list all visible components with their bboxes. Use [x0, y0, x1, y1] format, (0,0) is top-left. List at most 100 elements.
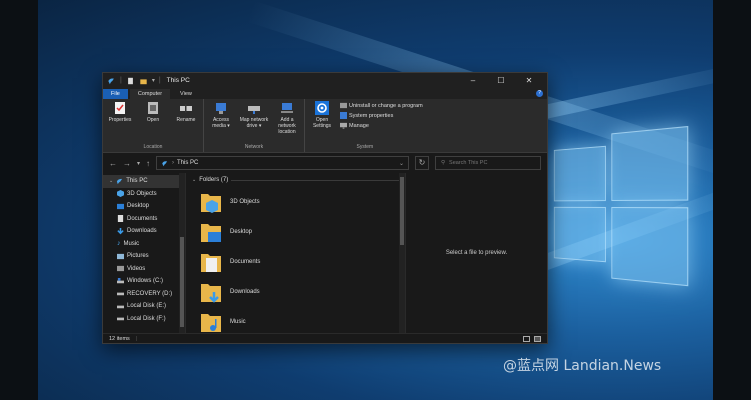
desktop-folder-icon — [201, 224, 221, 242]
open-button[interactable]: Open — [138, 101, 168, 144]
pc-icon — [117, 178, 123, 184]
drive-icon — [117, 277, 124, 283]
preview-pane: Select a file to preview. — [405, 173, 547, 333]
title-bar[interactable]: | ▾ | This PC – ☐ ✕ — [103, 73, 547, 88]
new-folder-quick-icon[interactable] — [139, 77, 148, 85]
group-name-network: Network — [244, 144, 264, 150]
forward-button[interactable]: → — [123, 159, 131, 168]
uninstall-program-button[interactable]: Uninstall or change a program — [340, 102, 423, 109]
nav-item-downloads[interactable]: Downloads — [103, 225, 185, 238]
nav-item-music[interactable]: ♪ Music — [103, 238, 185, 251]
downloads-folder-icon — [201, 284, 221, 303]
open-settings-button[interactable]: Open Settings — [307, 101, 337, 144]
3d-objects-icon — [117, 190, 124, 198]
address-bar[interactable]: › This PC ⌄ — [156, 156, 409, 170]
access-media-label: Access media ▾ — [212, 117, 230, 129]
ribbon-group-location: Properties Open Rename Location — [103, 99, 204, 152]
rename-label: Rename — [176, 117, 196, 123]
system-properties-label: System properties — [349, 112, 394, 119]
nav-item-local-disk-f[interactable]: Local Disk (F:) — [103, 313, 185, 326]
minimize-button[interactable]: – — [459, 76, 487, 85]
map-network-drive-button[interactable]: Map network drive ▾ — [239, 101, 269, 144]
group-name-location: Location — [143, 144, 163, 150]
music-icon: ♪ — [117, 240, 121, 248]
chevron-down-icon: ⌄ — [192, 177, 197, 183]
drive-icon — [117, 317, 124, 321]
rename-icon — [180, 104, 192, 113]
pc-icon — [162, 160, 168, 166]
file-pane: ⌄ Folders (7) 3D Objects Desktop Documen… — [185, 173, 405, 333]
nav-item-this-pc[interactable]: ⌄ This PC — [103, 175, 185, 188]
access-media-button[interactable]: Access media ▾ — [206, 101, 236, 144]
folder-item-desktop[interactable]: Desktop — [186, 217, 405, 247]
folder-item-documents[interactable]: Documents — [186, 247, 405, 277]
folders-group-header[interactable]: ⌄ Folders (7) — [186, 173, 405, 187]
open-icon — [148, 102, 158, 114]
navpane-scroll-thumb[interactable] — [180, 237, 184, 327]
maximize-button[interactable]: ☐ — [487, 76, 515, 85]
rename-button[interactable]: Rename — [171, 101, 201, 144]
properties-button[interactable]: Properties — [105, 101, 135, 144]
desktop-icon — [117, 203, 124, 209]
properties-icon — [115, 102, 125, 114]
back-button[interactable]: ← — [109, 159, 117, 168]
nav-item-3d-objects[interactable]: 3D Objects — [103, 188, 185, 201]
recent-locations-dropdown[interactable]: ▾ — [137, 160, 140, 167]
window-title: This PC — [166, 77, 190, 84]
documents-folder-icon — [201, 254, 221, 272]
folder-item-downloads[interactable]: Downloads — [186, 277, 405, 307]
up-button[interactable]: ↑ — [146, 159, 150, 168]
nav-item-windows-c[interactable]: Windows (C:) — [103, 275, 185, 288]
nav-item-videos[interactable]: Videos — [103, 263, 185, 276]
pictures-icon — [117, 253, 124, 259]
gear-icon — [315, 101, 329, 115]
tab-computer[interactable]: Computer — [129, 88, 171, 99]
properties-quick-icon[interactable] — [126, 77, 135, 85]
folder-item-3d-objects[interactable]: 3D Objects — [186, 187, 405, 217]
details-view-icon[interactable] — [523, 335, 530, 342]
address-path: This PC — [177, 160, 199, 166]
status-bar: 12 items | — [103, 333, 547, 343]
quick-access-dropdown[interactable]: ▾ — [152, 77, 155, 84]
file-pane-scroll-thumb[interactable] — [400, 177, 404, 245]
drive-icon — [117, 292, 124, 296]
help-button[interactable]: ? — [536, 90, 543, 97]
system-properties-button[interactable]: System properties — [340, 112, 423, 119]
nav-item-local-disk-e[interactable]: Local Disk (E:) — [103, 300, 185, 313]
close-button[interactable]: ✕ — [515, 76, 543, 85]
open-label: Open — [146, 117, 160, 123]
network-location-icon — [281, 103, 293, 113]
group-name-system: System — [356, 144, 374, 150]
file-pane-scrollbar[interactable] — [399, 173, 405, 333]
tab-file[interactable]: File — [103, 88, 128, 99]
uninstall-label: Uninstall or change a program — [349, 102, 423, 109]
item-count: 12 items — [109, 335, 130, 342]
nav-item-documents[interactable]: Documents — [103, 213, 185, 226]
nav-item-recovery-d[interactable]: RECOVERY (D:) — [103, 288, 185, 301]
ribbon-group-system: Open Settings Uninstall or change a prog… — [305, 99, 425, 152]
tab-view[interactable]: View — [172, 89, 200, 99]
windows-logo — [553, 117, 690, 293]
folders-group-label: Folders (7) — [199, 177, 229, 183]
documents-icon — [117, 215, 124, 223]
large-icons-view-icon[interactable] — [534, 335, 541, 342]
nav-item-pictures[interactable]: Pictures — [103, 250, 185, 263]
nav-item-desktop[interactable]: Desktop — [103, 200, 185, 213]
ribbon-group-network: Access media ▾ Map network drive ▾ Add a… — [204, 99, 305, 152]
system-properties-icon — [340, 112, 347, 119]
ribbon: Properties Open Rename Location Access m… — [103, 99, 547, 153]
videos-icon — [117, 266, 124, 272]
add-network-location-button[interactable]: Add a network location — [272, 101, 302, 144]
manage-icon — [340, 122, 347, 129]
explorer-icon — [108, 77, 114, 84]
uninstall-icon — [340, 102, 347, 109]
refresh-button[interactable]: ↻ — [415, 156, 429, 170]
access-media-icon — [216, 103, 226, 114]
properties-label: Properties — [108, 117, 132, 123]
manage-label: Manage — [349, 122, 369, 129]
manage-button[interactable]: Manage — [340, 122, 423, 129]
address-dropdown[interactable]: ⌄ — [399, 160, 404, 167]
navigation-pane: ⌄ This PC 3D Objects Desktop Documents D… — [103, 173, 185, 333]
search-icon: ⚲ — [441, 160, 446, 166]
search-box[interactable]: ⚲ Search This PC — [435, 156, 541, 170]
